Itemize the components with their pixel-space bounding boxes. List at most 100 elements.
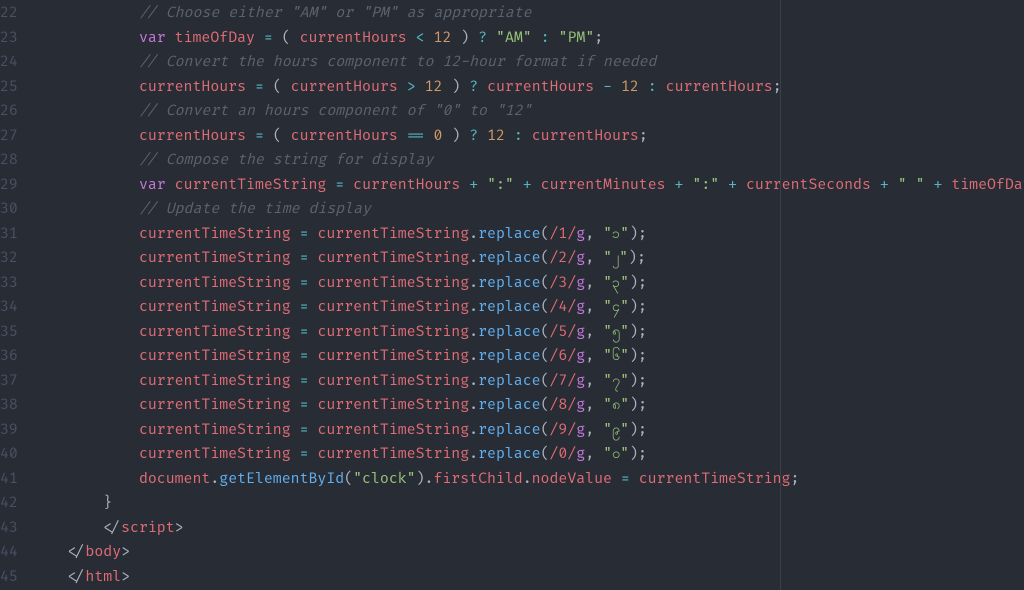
token-punc bbox=[666, 177, 675, 194]
token-punc bbox=[478, 177, 487, 194]
token-punc: . bbox=[469, 275, 478, 292]
token-punc: ( bbox=[541, 250, 550, 267]
token-var: currentTimeString bbox=[139, 397, 291, 414]
token-var: currentTimeString bbox=[317, 397, 469, 414]
token-var: nodeValue bbox=[532, 471, 612, 488]
token-regflag: g bbox=[576, 348, 585, 365]
line-number: 43 bbox=[0, 517, 32, 542]
code-line[interactable]: currentTimeString = currentTimeString.re… bbox=[32, 272, 1024, 297]
token-punc bbox=[291, 324, 300, 341]
token-var: currentTimeString bbox=[317, 275, 469, 292]
token-op: : bbox=[541, 30, 550, 47]
token-var: currentHours bbox=[291, 128, 398, 145]
token-punc: . bbox=[469, 397, 478, 414]
token-punc: , bbox=[585, 275, 603, 292]
token-punc bbox=[344, 177, 353, 194]
token-punc bbox=[737, 177, 746, 194]
token-tagp: > bbox=[121, 569, 130, 586]
token-punc: ); bbox=[629, 226, 647, 243]
code-line[interactable]: currentTimeString = currentTimeString.re… bbox=[32, 345, 1024, 370]
code-line[interactable]: document.getElementById("clock").firstCh… bbox=[32, 468, 1024, 493]
token-var: currentHours bbox=[532, 128, 639, 145]
token-punc bbox=[326, 177, 335, 194]
token-op: = bbox=[255, 128, 264, 145]
line-number: 26 bbox=[0, 100, 32, 125]
token-op: > bbox=[407, 79, 416, 96]
token-punc bbox=[291, 422, 300, 439]
token-punc bbox=[291, 250, 300, 267]
token-punc: ); bbox=[629, 446, 647, 463]
code-editor[interactable]: 2223242526272829303132333435363738394041… bbox=[0, 0, 1024, 590]
code-line[interactable]: // Compose the string for display bbox=[32, 149, 1024, 174]
token-str: ":" bbox=[487, 177, 514, 194]
token-punc bbox=[166, 30, 175, 47]
token-regex: /6/ bbox=[550, 348, 577, 365]
code-line[interactable]: // Update the time display bbox=[32, 198, 1024, 223]
code-line[interactable]: currentHours = ( currentHours > 12 ) ? c… bbox=[32, 76, 1024, 101]
code-line[interactable]: currentTimeString = currentTimeString.re… bbox=[32, 370, 1024, 395]
token-punc: ) bbox=[442, 79, 469, 96]
token-var: currentHours bbox=[300, 30, 407, 47]
token-punc bbox=[550, 30, 559, 47]
token-punc bbox=[514, 177, 523, 194]
token-op: = bbox=[300, 226, 309, 243]
token-var: firstChild bbox=[433, 471, 522, 488]
token-punc: , bbox=[585, 422, 603, 439]
code-line[interactable]: </body> bbox=[32, 541, 1024, 566]
token-op: ? bbox=[469, 79, 478, 96]
token-punc bbox=[532, 30, 541, 47]
code-line[interactable]: currentTimeString = currentTimeString.re… bbox=[32, 443, 1024, 468]
token-punc bbox=[425, 30, 434, 47]
token-regex: /5/ bbox=[550, 324, 577, 341]
token-func: getElementById bbox=[219, 471, 344, 488]
code-line[interactable]: currentTimeString = currentTimeString.re… bbox=[32, 223, 1024, 248]
token-func: replace bbox=[478, 299, 540, 316]
token-punc: ); bbox=[628, 250, 646, 267]
code-line[interactable]: currentTimeString = currentTimeString.re… bbox=[32, 296, 1024, 321]
token-punc: . bbox=[469, 446, 478, 463]
token-punc: ); bbox=[629, 324, 647, 341]
token-var: currentHours bbox=[666, 79, 773, 96]
token-var: currentTimeString bbox=[317, 373, 469, 390]
code-line[interactable]: currentTimeString = currentTimeString.re… bbox=[32, 419, 1024, 444]
code-line[interactable]: </script> bbox=[32, 517, 1024, 542]
token-punc bbox=[246, 79, 255, 96]
token-op: + bbox=[469, 177, 478, 194]
code-line[interactable]: } bbox=[32, 492, 1024, 517]
token-punc bbox=[612, 471, 621, 488]
token-punc: . bbox=[523, 471, 532, 488]
token-punc: , bbox=[585, 397, 603, 414]
token-punc: . bbox=[469, 324, 478, 341]
code-line[interactable]: currentTimeString = currentTimeString.re… bbox=[32, 321, 1024, 346]
token-op: = bbox=[300, 446, 309, 463]
line-number: 28 bbox=[0, 149, 32, 174]
code-line[interactable]: </html> bbox=[32, 566, 1024, 590]
token-punc: ); bbox=[629, 275, 647, 292]
code-line[interactable]: currentTimeString = currentTimeString.re… bbox=[32, 394, 1024, 419]
code-area[interactable]: // Choose either "AM" or "PM" as appropr… bbox=[32, 0, 1024, 590]
token-punc: , bbox=[585, 348, 603, 365]
code-line[interactable]: // Convert the hours component to 12-hou… bbox=[32, 51, 1024, 76]
token-punc: ( bbox=[344, 471, 353, 488]
token-var: currentTimeString bbox=[317, 446, 469, 463]
line-number: 30 bbox=[0, 198, 32, 223]
code-line[interactable]: // Convert an hours component of "0" to … bbox=[32, 100, 1024, 125]
token-key: var bbox=[139, 30, 166, 47]
line-number: 40 bbox=[0, 443, 32, 468]
line-number: 24 bbox=[0, 51, 32, 76]
token-punc bbox=[398, 79, 407, 96]
token-punc bbox=[719, 177, 728, 194]
code-line[interactable]: var timeOfDay = ( currentHours < 12 ) ? … bbox=[32, 27, 1024, 52]
token-punc: ); bbox=[629, 373, 647, 390]
code-line[interactable]: currentTimeString = currentTimeString.re… bbox=[32, 247, 1024, 272]
token-var: currentHours bbox=[291, 79, 398, 96]
token-punc: ( bbox=[264, 79, 291, 96]
token-regflag: g bbox=[576, 226, 585, 243]
token-op: < bbox=[416, 30, 425, 47]
code-line[interactable]: // Choose either "AM" or "PM" as appropr… bbox=[32, 2, 1024, 27]
token-regex: /3/ bbox=[550, 275, 577, 292]
code-line[interactable]: currentHours = ( currentHours == 0 ) ? 1… bbox=[32, 125, 1024, 150]
token-num: 12 bbox=[621, 79, 639, 96]
token-var: currentTimeString bbox=[139, 422, 291, 439]
code-line[interactable]: var currentTimeString = currentHours + "… bbox=[32, 174, 1024, 199]
